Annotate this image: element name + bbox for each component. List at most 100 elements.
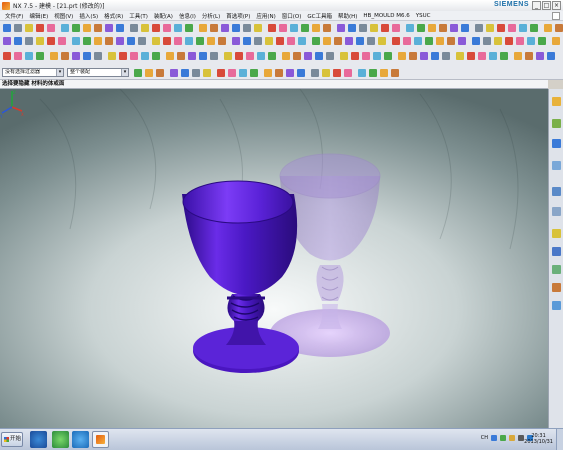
- taskbar-app-nx-icon[interactable]: [92, 431, 109, 448]
- toolbar-tool-icon[interactable]: [152, 52, 160, 60]
- toolbar-tool-icon[interactable]: [472, 37, 480, 45]
- toolbar-tool-icon[interactable]: [217, 69, 225, 77]
- history-icon[interactable]: [552, 207, 561, 216]
- graphics-window[interactable]: Z X Y: [0, 89, 548, 428]
- assembly-navigator-icon[interactable]: [552, 97, 561, 106]
- toolbar-tool-icon[interactable]: [127, 37, 135, 45]
- toolbar-tool-icon[interactable]: [369, 69, 377, 77]
- toolbar-tool-icon[interactable]: [315, 52, 323, 60]
- roles-icon[interactable]: [552, 247, 561, 256]
- toolbar-tool-icon[interactable]: [356, 37, 364, 45]
- toolbar-tool-icon[interactable]: [398, 52, 406, 60]
- toolbar-tool-icon[interactable]: [391, 69, 399, 77]
- toolbar-tool-icon[interactable]: [516, 37, 524, 45]
- maximize-button[interactable]: □: [542, 1, 551, 10]
- menu-format[interactable]: 格式(R): [101, 12, 126, 20]
- manufacturing-wizard-icon[interactable]: [552, 301, 561, 310]
- toolbar-tool-icon[interactable]: [282, 52, 290, 60]
- toolbar-tool-icon[interactable]: [36, 37, 44, 45]
- toolbar-tool-icon[interactable]: [494, 37, 502, 45]
- toolbar-tool-icon[interactable]: [156, 69, 164, 77]
- toolbar-tool-icon[interactable]: [83, 52, 91, 60]
- toolbar-tool-icon[interactable]: [174, 37, 182, 45]
- toolbar-tool-icon[interactable]: [243, 24, 251, 32]
- toolbar-tool-icon[interactable]: [83, 37, 91, 45]
- toolbar-tool-icon[interactable]: [458, 37, 466, 45]
- toolbar-tool-icon[interactable]: [428, 24, 436, 32]
- toolbar-tool-icon[interactable]: [207, 37, 215, 45]
- toolbar-tool-icon[interactable]: [94, 37, 102, 45]
- menu-ysuc[interactable]: YSUC: [413, 13, 434, 19]
- toolbar-tool-icon[interactable]: [254, 37, 262, 45]
- menu-assemblies[interactable]: 装配(A): [151, 12, 176, 20]
- toolbar-tool-icon[interactable]: [134, 69, 142, 77]
- menu-view[interactable]: 视图(V): [51, 12, 76, 20]
- toolbar-tool-icon[interactable]: [351, 52, 359, 60]
- menu-tools[interactable]: 工具(T): [126, 12, 151, 20]
- web-browser-icon[interactable]: [552, 187, 561, 196]
- toolbar-tool-icon[interactable]: [152, 37, 160, 45]
- menu-information[interactable]: 信息(I): [176, 12, 199, 20]
- toolbar-tool-icon[interactable]: [94, 52, 102, 60]
- tray-shield-icon[interactable]: [500, 435, 506, 441]
- toolbar-tool-icon[interactable]: [25, 37, 33, 45]
- toolbar-tool-icon[interactable]: [406, 24, 414, 32]
- constraint-navigator-icon[interactable]: [552, 119, 561, 128]
- toolbar-tool-icon[interactable]: [298, 37, 306, 45]
- show-desktop-button[interactable]: [556, 429, 563, 450]
- toolbar-tool-icon[interactable]: [188, 52, 196, 60]
- toolbar-tool-icon[interactable]: [514, 52, 522, 60]
- toolbar-tool-icon[interactable]: [58, 37, 66, 45]
- toolbar-tool-icon[interactable]: [177, 52, 185, 60]
- toolbar-tool-icon[interactable]: [243, 37, 251, 45]
- toolbar-tool-icon[interactable]: [232, 24, 240, 32]
- toolbar-tool-icon[interactable]: [235, 52, 243, 60]
- toolbar-tool-icon[interactable]: [500, 52, 508, 60]
- taskbar-app-sogou-icon[interactable]: [72, 431, 89, 448]
- toolbar-tool-icon[interactable]: [14, 24, 22, 32]
- toolbar-tool-icon[interactable]: [138, 37, 146, 45]
- view-triad-icon[interactable]: Z X Y: [0, 89, 26, 119]
- toolbar-tool-icon[interactable]: [279, 24, 287, 32]
- toolbar-tool-icon[interactable]: [287, 37, 295, 45]
- menu-preferences[interactable]: 首选项(P): [223, 12, 253, 20]
- toolbar-tool-icon[interactable]: [461, 24, 469, 32]
- toolbar-tool-icon[interactable]: [25, 52, 33, 60]
- toolbar-tool-icon[interactable]: [359, 24, 367, 32]
- toolbar-tool-icon[interactable]: [170, 69, 178, 77]
- menu-insert[interactable]: 插入(S): [76, 12, 101, 20]
- toolbar-tool-icon[interactable]: [297, 69, 305, 77]
- toolbar-tool-icon[interactable]: [72, 52, 80, 60]
- taskbar-app-qq-icon[interactable]: [52, 431, 69, 448]
- toolbar-tool-icon[interactable]: [536, 52, 544, 60]
- toolbar-tool-icon[interactable]: [14, 52, 22, 60]
- toolbar-tool-icon[interactable]: [36, 24, 44, 32]
- toolbar-tool-icon[interactable]: [181, 69, 189, 77]
- toolbar-tool-icon[interactable]: [286, 69, 294, 77]
- toolbar-tool-icon[interactable]: [483, 37, 491, 45]
- menu-analysis[interactable]: 分析(L): [199, 12, 223, 20]
- toolbar-tool-icon[interactable]: [384, 52, 392, 60]
- toolbar-tool-icon[interactable]: [116, 24, 124, 32]
- toolbar-tool-icon[interactable]: [293, 52, 301, 60]
- toolbar-tool-icon[interactable]: [380, 69, 388, 77]
- toolbar-tool-icon[interactable]: [83, 24, 91, 32]
- toolbar-tool-icon[interactable]: [323, 37, 331, 45]
- toolbar-tool-icon[interactable]: [94, 24, 102, 32]
- toolbar-tool-icon[interactable]: [163, 37, 171, 45]
- toolbar-tool-icon[interactable]: [326, 52, 334, 60]
- toolbar-tool-icon[interactable]: [552, 37, 560, 45]
- toolbar-tool-icon[interactable]: [403, 37, 411, 45]
- toolbar-tool-icon[interactable]: [130, 24, 138, 32]
- toolbar-tool-icon[interactable]: [358, 69, 366, 77]
- toolbar-tool-icon[interactable]: [322, 69, 330, 77]
- toolbar-tool-icon[interactable]: [166, 52, 174, 60]
- toolbar-tool-icon[interactable]: [105, 24, 113, 32]
- toolbar-tool-icon[interactable]: [196, 37, 204, 45]
- toolbar-tool-icon[interactable]: [185, 24, 193, 32]
- toolbar-tool-icon[interactable]: [163, 24, 171, 32]
- toolbar-tool-icon[interactable]: [47, 24, 55, 32]
- toolbar-tool-icon[interactable]: [530, 24, 538, 32]
- toolbar-tool-icon[interactable]: [409, 52, 417, 60]
- toolbar-tool-icon[interactable]: [392, 24, 400, 32]
